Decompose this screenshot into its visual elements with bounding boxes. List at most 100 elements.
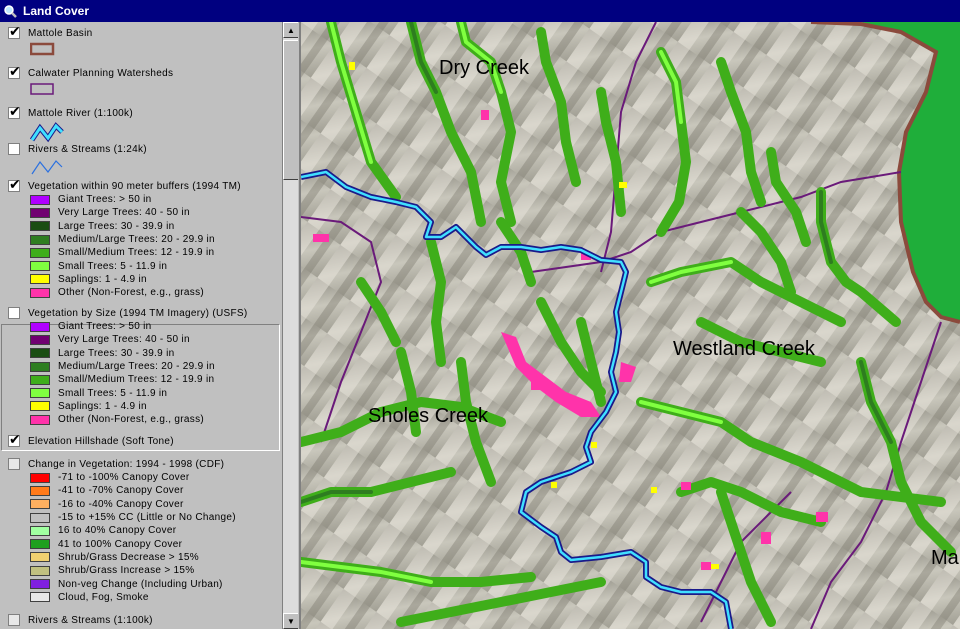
layer-streams-24k[interactable]: Rivers & Streams (1:24k)	[0, 142, 282, 181]
layer-mattole-basin[interactable]: Mattole Basin	[0, 24, 282, 59]
legend-label: Saplings: 1 - 4.9 in	[58, 400, 147, 412]
layer-mattole-river[interactable]: Mattole River (1:100k)	[0, 104, 282, 147]
legend-label: 41 to 100% Canopy Cover	[58, 538, 183, 550]
legend-label: Medium/Large Trees: 20 - 29.9 in	[58, 234, 215, 246]
legend-item: 16 to 40% Canopy Cover	[30, 524, 282, 537]
legend-item: Very Large Trees: 40 - 50 in	[30, 206, 282, 219]
legend-label: Small Trees: 5 - 11.9 in	[58, 260, 168, 272]
legend-item: Shrub/Grass Decrease > 15%	[30, 551, 282, 564]
legend-item: Medium/Large Trees: 20 - 29.9 in	[30, 233, 282, 246]
legend-classes: Giant Trees: > 50 in Very Large Trees: 4…	[30, 320, 282, 426]
color-swatch	[30, 525, 50, 536]
color-swatch	[30, 579, 50, 590]
legend-label: Medium/Large Trees: 20 - 29.9 in	[58, 361, 215, 373]
scroll-up-button[interactable]: ▲	[283, 22, 299, 38]
color-swatch	[30, 592, 50, 603]
legend-label: Shrub/Grass Decrease > 15%	[58, 551, 199, 563]
color-swatch	[30, 485, 50, 496]
layer-hillshade[interactable]: Elevation Hillshade (Soft Tone)	[0, 432, 282, 448]
layer-checkbox[interactable]	[8, 432, 21, 448]
legend-label: Very Large Trees: 40 - 50 in	[58, 207, 190, 219]
legend-item: Saplings: 1 - 4.9 in	[30, 273, 282, 286]
color-swatch	[30, 361, 50, 372]
table-of-contents: Mattole Basin Calwater Planning Watershe…	[0, 22, 282, 629]
purple-box-icon	[30, 82, 282, 99]
color-swatch	[30, 565, 50, 576]
scroll-down-button[interactable]: ▼	[283, 613, 299, 629]
legend-item: Small/Medium Trees: 12 - 19.9 in	[30, 246, 282, 259]
layer-vegetation-size[interactable]: Vegetation by Size (1994 TM Imagery) (US…	[0, 306, 282, 426]
toc-scrollbar[interactable]: ▲ ▼	[282, 22, 299, 629]
legend-item: Small Trees: 5 - 11.9 in	[30, 386, 282, 399]
layer-checkbox[interactable]	[8, 143, 20, 155]
legend-item: Cloud, Fog, Smoke	[30, 591, 282, 604]
legend-item: Shrub/Grass Increase > 15%	[30, 564, 282, 577]
layer-checkbox[interactable]	[8, 104, 21, 120]
color-swatch	[30, 274, 50, 285]
color-swatch	[30, 261, 50, 272]
westland-creek-label: Westland Creek	[673, 338, 816, 360]
legend-item: Medium/Large Trees: 20 - 29.9 in	[30, 360, 282, 373]
legend-label: Shrub/Grass Increase > 15%	[58, 565, 195, 577]
layer-name: Vegetation within 90 meter buffers (1994…	[28, 180, 241, 192]
legend-label: Other (Non-Forest, e.g., grass)	[58, 414, 205, 426]
layer-name: Elevation Hillshade (Soft Tone)	[28, 435, 174, 447]
legend-item: Giant Trees: > 50 in	[30, 193, 282, 206]
legend-label: 16 to 40% Canopy Cover	[58, 525, 177, 537]
layer-checkbox[interactable]	[8, 614, 20, 626]
window-title: Land Cover	[23, 4, 90, 18]
color-swatch	[30, 348, 50, 359]
layer-checkbox[interactable]	[8, 458, 20, 470]
color-swatch	[30, 499, 50, 510]
layer-calwater-watersheds[interactable]: Calwater Planning Watersheds	[0, 64, 282, 99]
legend-item: Other (Non-Forest, e.g., grass)	[30, 413, 282, 426]
color-swatch	[30, 552, 50, 563]
layer-checkbox[interactable]	[8, 24, 21, 40]
legend-item: Saplings: 1 - 4.9 in	[30, 400, 282, 413]
map-view[interactable]: Dry Creek Westland Creek Sholes Creek Ma	[301, 22, 960, 629]
legend-item: Very Large Trees: 40 - 50 in	[30, 333, 282, 346]
map-canvas: Dry Creek Westland Creek Sholes Creek Ma	[301, 22, 960, 629]
legend-label: -16 to -40% Canopy Cover	[58, 498, 184, 510]
legend-item: Large Trees: 30 - 39.9 in	[30, 220, 282, 233]
magnifier-icon	[3, 4, 17, 18]
layer-name: Mattole Basin	[28, 27, 93, 39]
legend-classes: -71 to -100% Canopy Cover -41 to -70% Ca…	[30, 471, 282, 604]
legend-label: Non-veg Change (Including Urban)	[58, 578, 223, 590]
legend-label: Very Large Trees: 40 - 50 in	[58, 334, 190, 346]
arrow-up-icon: ▲	[287, 25, 295, 35]
layer-veg-change[interactable]: Change in Vegetation: 1994 - 1998 (CDF) …	[0, 457, 282, 604]
legend-item: Other (Non-Forest, e.g., grass)	[30, 286, 282, 299]
layer-name: Calwater Planning Watersheds	[28, 67, 174, 79]
layer-vegetation-buffers[interactable]: Vegetation within 90 meter buffers (1994…	[0, 177, 282, 299]
layer-name: Rivers & Streams (1:24k)	[28, 143, 147, 155]
scroll-thumb[interactable]	[283, 40, 299, 180]
color-swatch	[30, 194, 50, 205]
color-swatch	[30, 374, 50, 385]
color-swatch	[30, 401, 50, 412]
color-swatch	[30, 334, 50, 345]
legend-label: Giant Trees: > 50 in	[58, 321, 152, 333]
legend-item: -71 to -100% Canopy Cover	[30, 471, 282, 484]
legend-label: Other (Non-Forest, e.g., grass)	[58, 287, 205, 299]
color-swatch	[30, 512, 50, 523]
legend-label: Giant Trees: > 50 in	[58, 194, 152, 206]
legend-item: Large Trees: 30 - 39.9 in	[30, 347, 282, 360]
legend-label: Large Trees: 30 - 39.9 in	[58, 220, 175, 232]
window-titlebar[interactable]: Land Cover	[0, 0, 960, 22]
legend-item: Small/Medium Trees: 12 - 19.9 in	[30, 373, 282, 386]
legend-label: Large Trees: 30 - 39.9 in	[58, 347, 175, 359]
layer-name: Change in Vegetation: 1994 - 1998 (CDF)	[28, 458, 225, 470]
legend-label: Saplings: 1 - 4.9 in	[58, 273, 147, 285]
color-swatch	[30, 234, 50, 245]
layer-name: Vegetation by Size (1994 TM Imagery) (US…	[28, 307, 248, 319]
brown-box-icon	[29, 42, 282, 59]
legend-item: Non-veg Change (Including Urban)	[30, 577, 282, 590]
legend-classes: Giant Trees: > 50 in Very Large Trees: 4…	[30, 193, 282, 299]
layer-checkbox[interactable]	[8, 177, 21, 193]
legend-item: -16 to -40% Canopy Cover	[30, 498, 282, 511]
layer-checkbox[interactable]	[8, 307, 20, 319]
layer-streams-100k[interactable]: Rivers & Streams (1:100k)	[0, 613, 282, 627]
layer-checkbox[interactable]	[8, 64, 21, 80]
layer-name: Rivers & Streams (1:100k)	[28, 614, 153, 626]
